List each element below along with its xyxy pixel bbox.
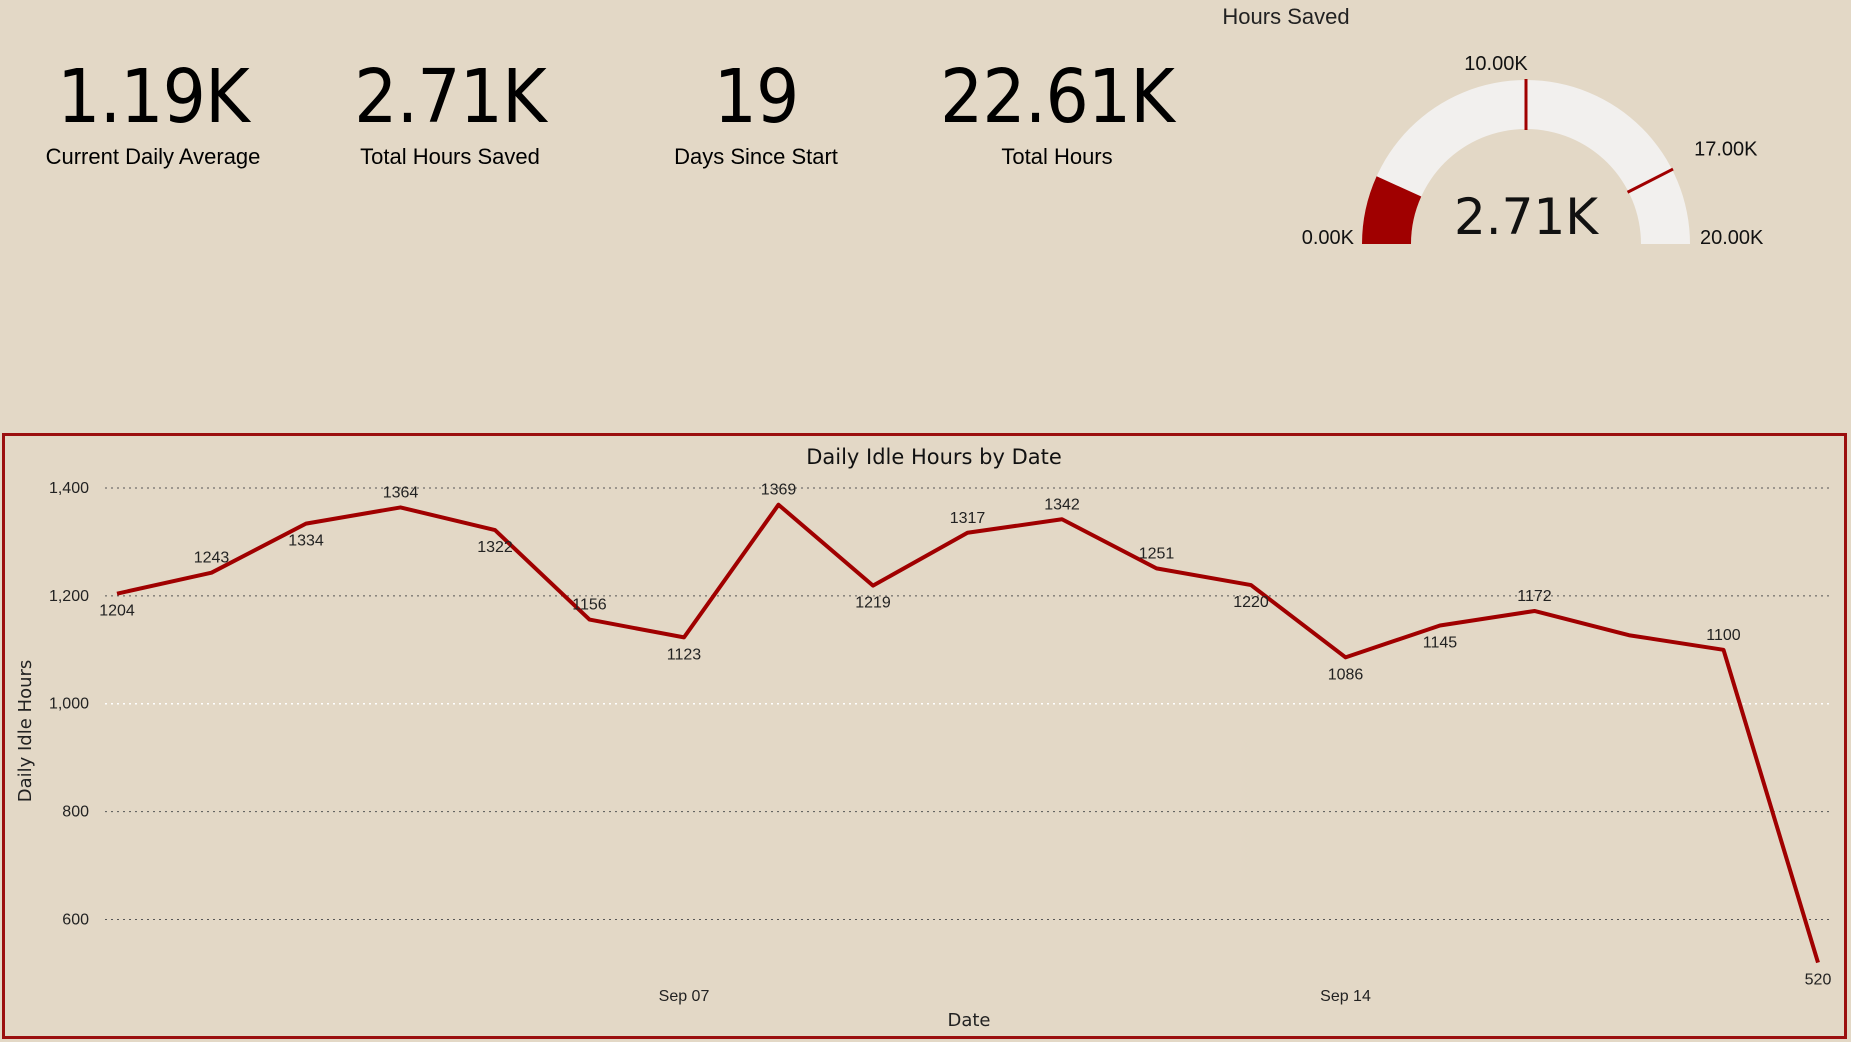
x-axis-title: Date — [947, 1010, 990, 1031]
line-chart-panel[interactable]: Daily Idle Hours by Date 600 800 1,000 1,20… — [2, 433, 1847, 1039]
x-tick-label: Sep 14 — [1320, 988, 1371, 1005]
kpi-card-current-daily-average[interactable]: 1.19K Current Daily Average — [3, 52, 303, 170]
data-label: 1334 — [288, 533, 324, 550]
data-label: 1342 — [1044, 496, 1080, 513]
chart-title: Daily Idle Hours by Date — [806, 445, 1062, 469]
data-label: 1243 — [194, 550, 230, 567]
data-label: 1086 — [1328, 666, 1364, 683]
y-tick-label: 1,200 — [49, 588, 89, 605]
data-label: 1251 — [1139, 545, 1175, 562]
data-label: 1219 — [855, 595, 891, 612]
gauge-max-label: 20.00K — [1700, 227, 1764, 249]
data-label: 1123 — [667, 646, 702, 663]
data-label: 520 — [1805, 972, 1832, 989]
kpi-label: Total Hours Saved — [360, 144, 540, 169]
kpi-label: Current Daily Average — [45, 144, 261, 169]
hours-saved-gauge[interactable]: 2.71K 0.00K 20.00K 10.00K 17.00K — [1280, 40, 1810, 270]
kpi-value: 1.19K — [57, 54, 250, 140]
x-axis-ticks: Sep 07 Sep 14 — [659, 988, 1371, 1005]
kpi-card-total-hours[interactable]: 22.61K Total Hours — [907, 52, 1207, 170]
data-label: 1145 — [1423, 635, 1458, 652]
kpi-card-days-since-start[interactable]: 19 Days Since Start — [606, 52, 906, 170]
data-label: 1322 — [477, 539, 513, 556]
kpi-label: Total Hours — [1001, 144, 1113, 169]
gauge-title: Hours Saved — [1222, 4, 1350, 29]
y-tick-label: 800 — [62, 804, 89, 821]
series-line[interactable] — [116, 502, 1820, 964]
kpi-card-total-hours-saved[interactable]: 2.71K Total Hours Saved — [300, 52, 600, 170]
gauge-value: 2.71K — [1454, 188, 1599, 246]
kpi-value: 22.61K — [939, 54, 1175, 140]
data-label: 1369 — [761, 482, 797, 499]
y-axis-ticks: 600 800 1,000 1,200 1,400 — [49, 480, 89, 928]
data-labels: 1204 1243 1334 1364 1322 1156 1123 1369 1219 1317… — [99, 482, 1831, 989]
kpi-label: Days Since Start — [674, 144, 838, 169]
line-chart[interactable]: Daily Idle Hours by Date 600 800 1,000 1,20… — [5, 436, 1844, 1036]
y-tick-label: 1,400 — [49, 480, 89, 497]
kpi-value: 2.71K — [354, 54, 547, 140]
y-tick-label: 1,000 — [49, 696, 89, 713]
data-label: 1220 — [1233, 594, 1269, 611]
kpi-panel: 1.19K Current Daily Average 2.71K Total … — [0, 0, 1851, 430]
kpi-value: 19 — [713, 54, 800, 140]
data-label: 1364 — [383, 484, 419, 501]
y-tick-label: 600 — [62, 911, 89, 928]
data-label: 1172 — [1517, 588, 1552, 605]
gauge-target-label: 10.00K — [1464, 53, 1528, 75]
data-label: 1100 — [1706, 627, 1741, 644]
data-label: 1317 — [950, 510, 986, 527]
data-label: 1156 — [572, 597, 607, 614]
gauge-secondary-target-label: 17.00K — [1694, 139, 1758, 161]
data-label: 1204 — [99, 603, 135, 620]
y-gridlines — [105, 487, 1829, 920]
y-axis-title: Daily Idle Hours — [15, 660, 36, 803]
x-tick-label: Sep 07 — [659, 988, 710, 1005]
gauge-min-label: 0.00K — [1302, 227, 1355, 249]
